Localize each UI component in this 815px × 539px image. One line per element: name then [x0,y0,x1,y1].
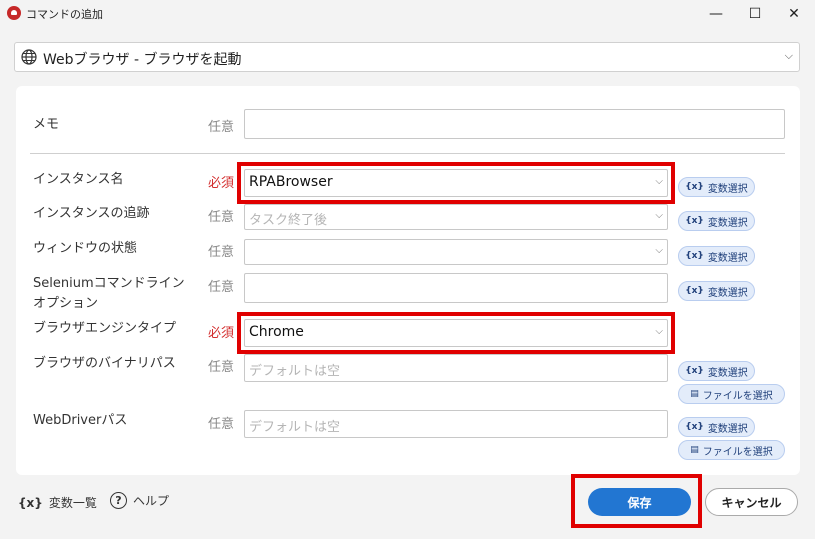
memo-optional-tag: 任意 [208,120,235,135]
action-select[interactable]: Webブラウザ - ブラウザを起動 ⌵ [14,42,800,72]
webdriver-path-file-button[interactable]: ▤ ファイルを選択 [678,440,785,460]
memo-input[interactable] [244,109,785,139]
instance-tracking-select[interactable]: タスク終了後 ⌵ [244,204,668,230]
app-logo-icon [7,6,21,20]
variable-icon: {x} [685,286,704,296]
browser-binary-variable-button[interactable]: {x} 変数選択 [678,361,755,381]
document-icon: ▤ [690,445,699,455]
variable-icon: {x} [18,495,43,510]
selenium-options-input[interactable] [244,273,668,303]
highlight-box [571,474,702,528]
chevron-down-icon: ⌵ [784,49,793,62]
instance-tracking-placeholder: タスク終了後 [249,213,328,228]
help-icon: ? [110,492,127,509]
instance-name-label: インスタンス名 [33,172,124,187]
instance-tracking-optional-tag: 任意 [208,210,235,225]
variable-icon: {x} [685,182,704,192]
chevron-down-icon: ⌵ [655,245,663,256]
highlight-box [237,312,675,354]
browser-engine-required-tag: 必須 [208,326,235,341]
window-title: コマンドの追加 [26,8,103,21]
browser-binary-input[interactable]: デフォルトは空 [244,354,668,382]
instance-tracking-variable-button[interactable]: {x} 変数選択 [678,211,755,231]
window-state-optional-tag: 任意 [208,245,235,260]
variable-icon: {x} [685,251,704,261]
webdriver-path-placeholder: デフォルトは空 [249,420,341,435]
title-bar: コマンドの追加 — ☐ ✕ [0,0,815,28]
cancel-button[interactable]: キャンセル [705,488,798,516]
globe-icon [21,49,37,65]
window-state-label: ウィンドウの状態 [33,241,138,256]
browser-binary-file-button[interactable]: ▤ ファイルを選択 [678,384,785,404]
document-icon: ▤ [690,389,699,399]
variable-icon: {x} [685,216,704,226]
instance-name-required-tag: 必須 [208,176,235,191]
variable-icon: {x} [685,422,704,432]
variables-list-link[interactable]: {x} 変数一覧 [18,494,97,511]
webdriver-path-optional-tag: 任意 [208,417,235,432]
help-link[interactable]: ? ヘルプ [110,492,169,509]
browser-engine-label: ブラウザエンジンタイプ [33,321,177,336]
window-state-select[interactable]: ⌵ [244,239,668,265]
variable-icon: {x} [685,366,704,376]
window-state-variable-button[interactable]: {x} 変数選択 [678,246,755,266]
instance-tracking-label: インスタンスの追跡 [33,206,150,221]
webdriver-path-label: WebDriverパス [33,413,128,428]
webdriver-path-variable-button[interactable]: {x} 変数選択 [678,417,755,437]
memo-label: メモ [33,117,60,132]
webdriver-path-input[interactable]: デフォルトは空 [244,410,668,438]
browser-binary-label: ブラウザのバイナリパス [33,356,176,371]
selenium-options-label-line1: Seleniumコマンドライン [33,276,185,291]
section-divider [30,153,785,154]
action-label: Webブラウザ - ブラウザを起動 [43,52,242,68]
instance-name-variable-button[interactable]: {x} 変数選択 [678,177,755,197]
browser-binary-placeholder: デフォルトは空 [249,364,341,379]
selenium-options-variable-button[interactable]: {x} 変数選択 [678,281,755,301]
selenium-options-label-line2: オプション [33,296,99,311]
selenium-options-optional-tag: 任意 [208,280,235,295]
highlight-box [237,162,675,204]
close-button[interactable]: ✕ [771,0,815,28]
browser-binary-optional-tag: 任意 [208,360,235,375]
chevron-down-icon: ⌵ [655,210,663,221]
